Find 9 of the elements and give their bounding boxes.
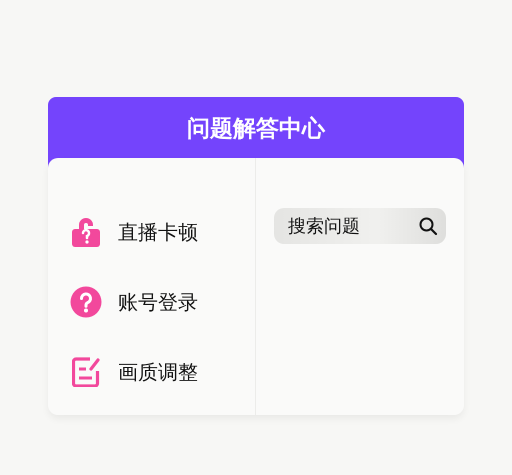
search-field[interactable]: 搜索问题	[274, 208, 446, 244]
menu-item[interactable]: 直播卡顿	[118, 218, 198, 246]
menu-item[interactable]: 账号登录	[118, 288, 198, 316]
search-icon[interactable]	[418, 216, 438, 236]
help-icon	[70, 286, 102, 318]
header-title: 问题解答中心	[187, 116, 325, 142]
menu-item[interactable]: 画质调整	[118, 358, 198, 386]
edit-icon	[72, 357, 100, 387]
lock-question-icon	[70, 216, 102, 248]
